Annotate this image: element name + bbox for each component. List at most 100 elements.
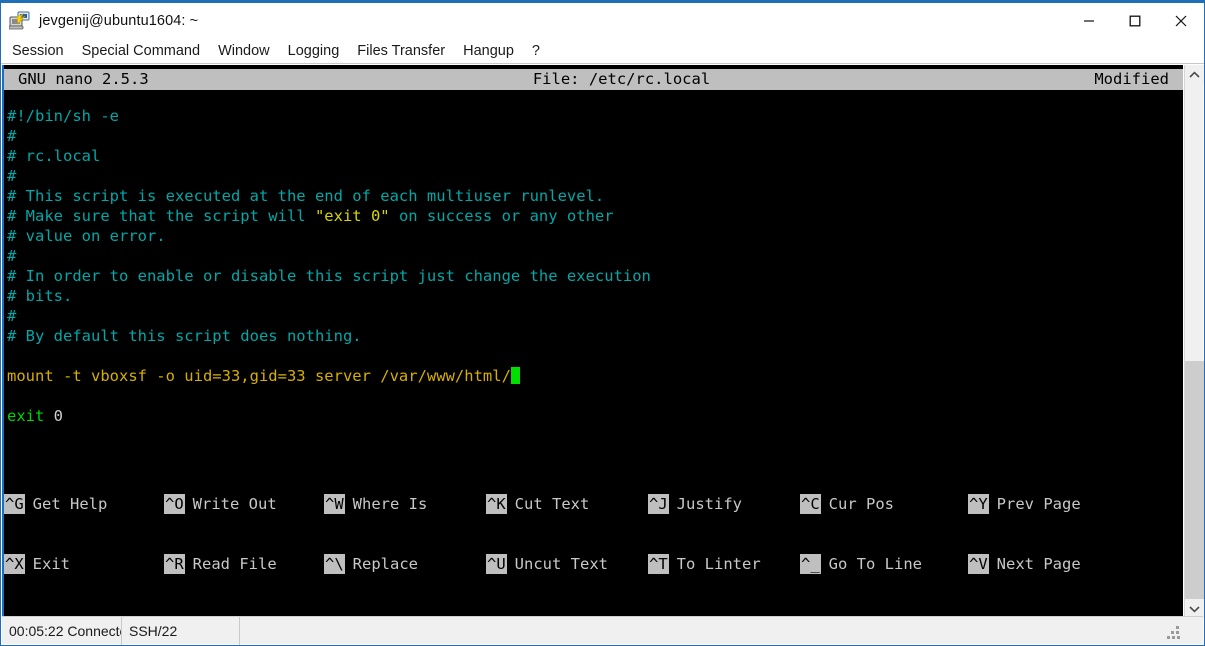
window-controls (1066, 3, 1204, 39)
nano-shortcut-key: ^R (164, 554, 185, 574)
editor-line[interactable]: #!/bin/sh -e (7, 106, 1183, 126)
nano-shortcut-label: Prev Page (996, 495, 1081, 513)
editor-line[interactable]: # bits. (7, 286, 1183, 306)
terminal-viewport[interactable]: GNU nano 2.5.3 File: /etc/rc.local Modif… (2, 65, 1183, 618)
nano-shortcut[interactable]: ^\ Replace (324, 554, 418, 574)
minimize-icon (1084, 20, 1094, 22)
chevron-down-icon (1189, 605, 1200, 613)
nano-shortcut-key: ^O (164, 494, 185, 514)
nano-shortcut[interactable]: ^U Uncut Text (486, 554, 608, 574)
editor-text-segment: 0 (44, 407, 63, 425)
nano-shortcut-key: ^G (4, 494, 25, 514)
close-icon (1175, 15, 1187, 27)
editor-text-segment: # (7, 247, 17, 265)
editor-line[interactable]: # (7, 126, 1183, 146)
nano-shortcut[interactable]: ^R Read File (164, 554, 277, 574)
status-bar: 00:05:22 Connecte SSH/22 (2, 616, 1203, 645)
nano-shortcut-label: Next Page (996, 555, 1081, 573)
editor-text-segment: # (7, 307, 17, 325)
nano-shortcut-bar: ^G Get Help ^O Write Out ^W Where Is ^K Cut Tex… (4, 454, 1183, 618)
editor-text-segment: # (7, 167, 17, 185)
text-cursor (510, 367, 520, 384)
nano-shortcut[interactable]: ^J Justify (648, 494, 742, 514)
nano-shortcut-key: ^Y (968, 494, 989, 514)
menu-item-logging[interactable]: Logging (279, 40, 349, 63)
editor-text-segment: on success or any other (389, 207, 614, 225)
nano-shortcut-key: ^U (486, 554, 507, 574)
title-bar: jevgenij@ubuntu1604: ~ (1, 3, 1204, 39)
nano-shortcut-key: ^\ (324, 554, 345, 574)
status-spacer (240, 617, 1203, 645)
editor-line[interactable]: # By default this script does nothing. (7, 326, 1183, 346)
nano-shortcut[interactable]: ^O Write Out (164, 494, 277, 514)
menu-bar: Session Special Command Window Logging Files… (1, 39, 1204, 64)
nano-shortcut-label: Get Help (32, 495, 108, 513)
nano-shortcut-label: Go To Line (828, 555, 922, 573)
vertical-scrollbar[interactable] (1184, 65, 1204, 618)
editor-text-segment: # This script is executed at the end of … (7, 187, 605, 205)
minimize-button[interactable] (1066, 3, 1112, 39)
nano-title-bar: GNU nano 2.5.3 File: /etc/rc.local Modif… (4, 69, 1183, 90)
nano-shortcut-key: ^K (486, 494, 507, 514)
editor-line[interactable]: # Make sure that the script will "exit 0… (7, 206, 1183, 226)
menu-item-[interactable]: ? (523, 40, 549, 63)
menu-item-files-transfer[interactable]: Files Transfer (348, 40, 454, 63)
editor-line[interactable]: # In order to enable or disable this scr… (7, 266, 1183, 286)
editor-text-segment: # Make sure that the script will (7, 207, 315, 225)
menu-item-session[interactable]: Session (3, 40, 73, 63)
status-protocol: SSH/22 (122, 616, 240, 645)
nano-filename: File: /etc/rc.local (532, 70, 711, 88)
nano-shortcut-label: Cut Text (514, 495, 590, 513)
editor-line[interactable]: # (7, 246, 1183, 266)
nano-shortcut-label: Replace (352, 555, 418, 573)
nano-shortcut-key: ^T (648, 554, 669, 574)
nano-shortcut[interactable]: ^G Get Help (4, 494, 107, 514)
editor-line[interactable]: # This script is executed at the end of … (7, 186, 1183, 206)
nano-shortcut-label: To Linter (676, 555, 761, 573)
editor-line[interactable]: # value on error. (7, 226, 1183, 246)
nano-shortcut-key: ^V (968, 554, 989, 574)
nano-shortcut-key: ^X (4, 554, 25, 574)
editor-line[interactable]: # (7, 306, 1183, 326)
editor-text-segment: # bits. (7, 287, 73, 305)
resize-grip-icon[interactable] (1167, 626, 1181, 640)
status-connection-time: 00:05:22 Connecte (2, 616, 122, 645)
editor-line[interactable]: exit 0 (7, 406, 1183, 426)
window-title: jevgenij@ubuntu1604: ~ (39, 13, 199, 29)
close-button[interactable] (1158, 3, 1204, 39)
nano-shortcut[interactable]: ^_ Go To Line (800, 554, 922, 574)
nano-shortcut-row-1: ^G Get Help ^O Write Out ^W Where Is ^K Cut Tex… (4, 494, 1183, 514)
editor-line[interactable] (7, 386, 1183, 406)
menu-item-window[interactable]: Window (209, 40, 279, 63)
nano-text-area[interactable]: #!/bin/sh -e # # rc.local # # This script is… (4, 90, 1183, 426)
nano-shortcut-key: ^C (800, 494, 821, 514)
nano-shortcut-label: Uncut Text (514, 555, 608, 573)
scrollbar-thumb[interactable] (1185, 361, 1204, 599)
nano-shortcut[interactable]: ^C Cur Pos (800, 494, 894, 514)
nano-shortcut[interactable]: ^V Next Page (968, 554, 1081, 574)
editor-text-segment: mount -t vboxsf -o uid=33,gid=33 server … (7, 367, 511, 385)
nano-shortcut[interactable]: ^W Where Is (324, 494, 427, 514)
menu-item-special-command[interactable]: Special Command (73, 40, 209, 63)
nano-shortcut-label: Justify (676, 495, 742, 513)
nano-shortcut[interactable]: ^K Cut Text (486, 494, 589, 514)
menu-item-hangup[interactable]: Hangup (454, 40, 523, 63)
nano-shortcut-label: Write Out (192, 495, 277, 513)
maximize-button[interactable] (1112, 3, 1158, 39)
nano-editor[interactable]: GNU nano 2.5.3 File: /etc/rc.local Modif… (4, 65, 1183, 618)
editor-text-segment: "exit 0" (314, 207, 390, 225)
nano-shortcut[interactable]: ^Y Prev Page (968, 494, 1081, 514)
nano-shortcut-label: Cur Pos (828, 495, 894, 513)
editor-line[interactable]: mount -t vboxsf -o uid=33,gid=33 server … (7, 366, 1183, 386)
editor-text-segment: # By default this script does nothing. (7, 327, 362, 345)
editor-text-segment: # (7, 127, 17, 145)
editor-text-segment: #!/bin/sh -e (7, 107, 119, 125)
editor-line[interactable] (7, 346, 1183, 366)
editor-text-segment: # rc.local (7, 147, 101, 165)
nano-shortcut[interactable]: ^X Exit (4, 554, 70, 574)
editor-line[interactable]: # rc.local (7, 146, 1183, 166)
scroll-up-button[interactable] (1185, 65, 1204, 84)
nano-shortcut[interactable]: ^T To Linter (648, 554, 761, 574)
nano-shortcut-label: Where Is (352, 495, 428, 513)
editor-line[interactable]: # (7, 166, 1183, 186)
